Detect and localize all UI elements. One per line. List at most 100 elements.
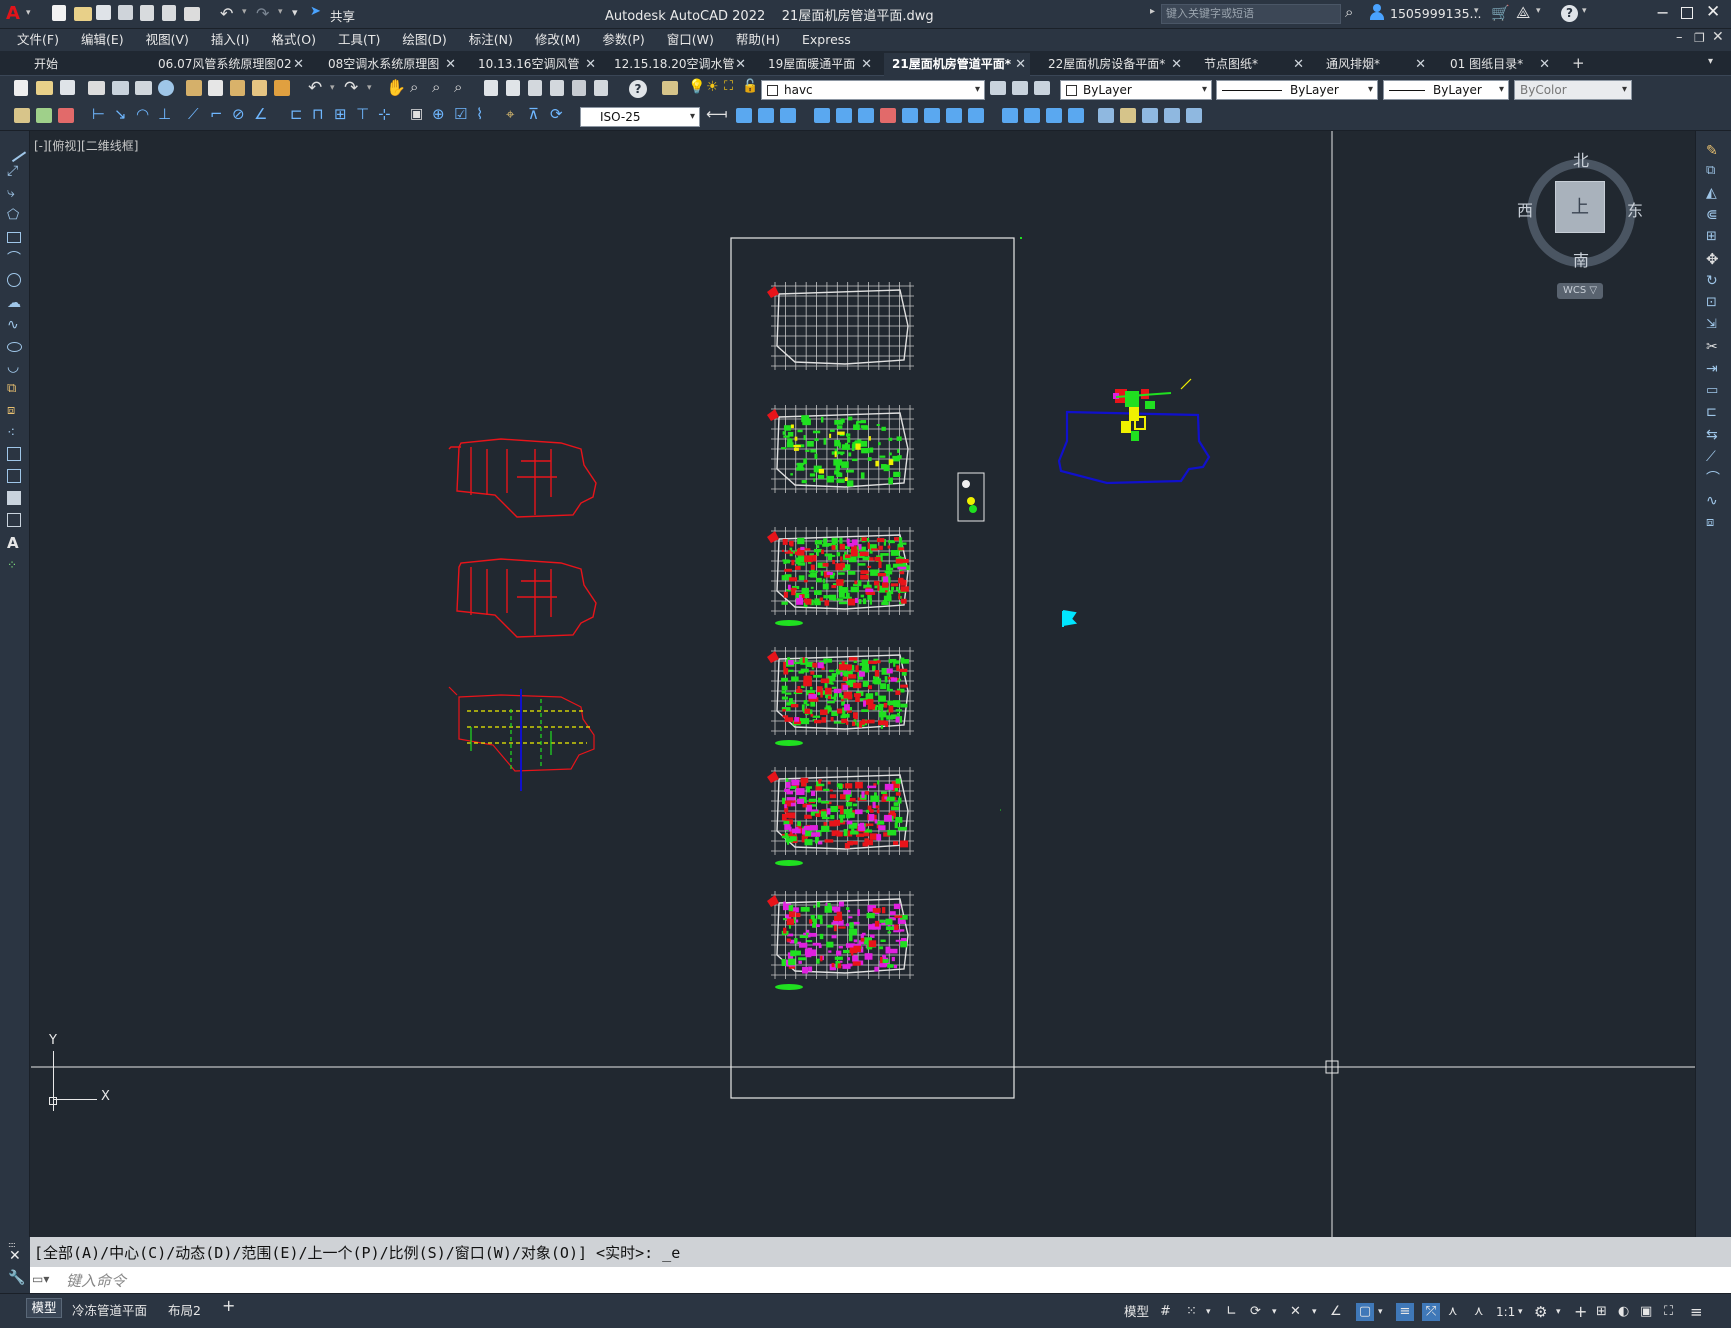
linear-dimension-icon[interactable]: ⊢ bbox=[92, 105, 105, 123]
tab-close-icon[interactable]: ✕ bbox=[585, 53, 596, 76]
tab-close-icon[interactable]: ✕ bbox=[735, 53, 746, 76]
multiline-text-icon[interactable]: A bbox=[7, 535, 23, 551]
make-block-icon[interactable]: ⧈ bbox=[7, 403, 23, 419]
fillet-icon[interactable]: ⌒ bbox=[1706, 471, 1722, 487]
copy-object-icon[interactable] bbox=[758, 108, 774, 123]
open-icon[interactable] bbox=[36, 81, 53, 95]
tab-close-icon[interactable]: ✕ bbox=[1171, 53, 1182, 76]
gradient-icon[interactable] bbox=[7, 469, 21, 483]
wrench-icon[interactable]: 🔧 bbox=[8, 1270, 25, 1286]
user-menu-chevron-icon[interactable]: ▾ bbox=[1474, 6, 1479, 16]
table-icon[interactable] bbox=[7, 513, 21, 527]
tab-document[interactable]: 通风排烟* ✕ bbox=[1318, 53, 1430, 76]
scale-icon[interactable] bbox=[902, 108, 918, 123]
tab-document[interactable]: 06.07风管系统原理图02 ✕ bbox=[150, 53, 308, 76]
workspace-gear-icon[interactable]: ⚙ bbox=[1534, 1303, 1547, 1321]
jogged-dimension-icon[interactable]: ⌐ bbox=[210, 105, 223, 123]
rotate-icon[interactable] bbox=[880, 108, 896, 123]
open-file-icon[interactable] bbox=[74, 7, 92, 21]
lineweight-display-icon[interactable]: ≡ bbox=[1396, 1303, 1414, 1321]
chamfer-icon[interactable]: ⟋ bbox=[1706, 449, 1722, 465]
polygon-icon[interactable]: ⬠ bbox=[7, 207, 23, 223]
grid-display-icon[interactable]: # bbox=[1160, 1303, 1171, 1321]
hatch-icon[interactable] bbox=[7, 447, 21, 461]
linetype-dropdown[interactable]: ByLayer ▾ bbox=[1216, 80, 1378, 100]
menu-window[interactable]: 窗口(W) bbox=[656, 29, 725, 51]
recent-commands-icon[interactable]: ▭▾ bbox=[32, 1272, 49, 1286]
tab-document-active[interactable]: 21屋面机房管道平面* ✕ bbox=[884, 53, 1030, 76]
stretch-icon[interactable]: ⇲ bbox=[1706, 317, 1722, 333]
jogged-linear-icon[interactable]: ⌇ bbox=[476, 105, 483, 123]
point-icon[interactable]: ⁖ bbox=[7, 425, 23, 441]
selection-cycling-icon[interactable]: ⤱ bbox=[1422, 1303, 1440, 1321]
break-icon[interactable]: ⊏ bbox=[1706, 405, 1722, 421]
customize-command-icon-box[interactable]: 🔧 bbox=[0, 1267, 30, 1293]
annotation-visibility-icon[interactable]: ⋏ bbox=[1448, 1303, 1458, 1321]
compass-west-label[interactable]: 西 bbox=[1517, 197, 1533, 221]
arc-length-icon[interactable]: ◠ bbox=[136, 105, 149, 123]
paste-special-icon[interactable] bbox=[252, 80, 267, 96]
undo-dropdown-chevron-icon[interactable]: ▾ bbox=[242, 7, 247, 17]
wcs-menu-button[interactable]: WCS ▽ bbox=[1557, 283, 1603, 299]
menu-modify[interactable]: 修改(M) bbox=[524, 29, 592, 51]
layout-tab[interactable]: 布局2 bbox=[168, 1300, 201, 1319]
layer-dropdown[interactable]: havc ▾ bbox=[761, 80, 985, 100]
tab-document[interactable]: 19屋面暖通平面 ✕ bbox=[760, 53, 876, 76]
app-menu-chevron-icon[interactable]: ▾ bbox=[26, 8, 31, 18]
layer-thaw-sun-icon[interactable]: ☀ bbox=[706, 79, 719, 95]
tab-overflow-icon[interactable]: ▾ bbox=[1708, 56, 1713, 67]
command-window-grip[interactable]: :::: ✕ bbox=[0, 1237, 30, 1267]
color-dropdown[interactable]: ByLayer ▾ bbox=[1060, 80, 1212, 100]
menu-draw[interactable]: 绘图(D) bbox=[391, 29, 457, 51]
workspace-chevron-icon[interactable]: ▾ bbox=[1556, 1303, 1561, 1321]
match-properties-icon[interactable] bbox=[274, 80, 290, 96]
move-icon[interactable] bbox=[858, 108, 874, 123]
cut-icon[interactable] bbox=[186, 80, 202, 96]
menu-tools[interactable]: 工具(T) bbox=[327, 29, 391, 51]
plot-preview-icon[interactable] bbox=[112, 81, 129, 95]
zoom-window-icon[interactable]: ⌕ bbox=[432, 78, 440, 96]
layer-on-bulb-icon[interactable]: 💡 bbox=[688, 79, 705, 95]
tab-close-icon[interactable]: ✕ bbox=[1415, 53, 1426, 76]
properties-icon[interactable] bbox=[484, 80, 498, 96]
layer-state-icon[interactable] bbox=[1034, 81, 1050, 95]
construction-line-icon[interactable]: ⤢ bbox=[7, 163, 23, 179]
viewcube[interactable]: 上 北 南 西 东 WCS ▽ bbox=[1517, 141, 1651, 301]
plot-icon[interactable] bbox=[88, 81, 105, 95]
ordinate-dimension-icon[interactable]: ⊥ bbox=[158, 105, 171, 123]
spline-icon[interactable]: ∿ bbox=[7, 317, 23, 333]
revision-cloud-icon[interactable]: ☁ bbox=[7, 295, 23, 311]
redo-dropdown-chevron-icon[interactable]: ▾ bbox=[278, 7, 283, 17]
snap-chevron-icon[interactable]: ▾ bbox=[1206, 1303, 1211, 1321]
offset-icon[interactable] bbox=[814, 108, 830, 123]
zoom-realtime-icon[interactable]: ⌕ bbox=[410, 78, 418, 96]
zoom-previous-icon[interactable]: ⌕ bbox=[454, 78, 462, 96]
markup-set-icon[interactable] bbox=[572, 80, 586, 96]
compass-south-label[interactable]: 南 bbox=[1573, 247, 1589, 271]
radius-dimension-icon[interactable]: ⟋ bbox=[188, 105, 199, 123]
undo-icon[interactable]: ↶ bbox=[308, 78, 322, 98]
quick-annotation-scale-icon[interactable]: ⋏ bbox=[1474, 1303, 1484, 1321]
dimension-space-icon[interactable]: ⊤ bbox=[356, 105, 369, 123]
polar-tracking-icon[interactable]: ⟳ bbox=[1250, 1303, 1261, 1321]
polyline-icon[interactable]: ⤷ bbox=[7, 185, 23, 201]
baseline-dimension-icon[interactable]: ⊓ bbox=[312, 105, 324, 123]
break-icon[interactable] bbox=[1002, 108, 1018, 123]
menu-edit[interactable]: 编辑(E) bbox=[70, 29, 135, 51]
autocad-logo-icon[interactable]: A bbox=[6, 4, 24, 24]
draw-order-icon[interactable] bbox=[1142, 108, 1158, 123]
dimstyle-manager-icon[interactable]: ⟻ bbox=[706, 105, 728, 123]
quickcalc-icon[interactable] bbox=[594, 80, 608, 96]
search-input[interactable]: 键入关键字或短语 bbox=[1161, 4, 1341, 24]
rectangle-icon[interactable] bbox=[7, 232, 21, 243]
blend-curves-icon[interactable]: ∿ bbox=[1706, 493, 1722, 509]
layer-properties-icon[interactable] bbox=[662, 81, 678, 95]
redo-dropdown-chevron-icon[interactable]: ▾ bbox=[367, 83, 372, 93]
insert-block-icon[interactable]: ⧉ bbox=[7, 381, 23, 397]
tolerance-icon[interactable]: ▣ bbox=[410, 106, 423, 122]
snap-mode-icon[interactable]: ⁙ bbox=[1186, 1303, 1197, 1321]
layout-tab-model[interactable]: 模型 bbox=[26, 1298, 62, 1318]
group-icon[interactable] bbox=[1120, 108, 1136, 123]
compass-east-label[interactable]: 东 bbox=[1627, 197, 1643, 221]
hardware-acceleration-icon[interactable]: ▣ bbox=[1640, 1303, 1652, 1321]
